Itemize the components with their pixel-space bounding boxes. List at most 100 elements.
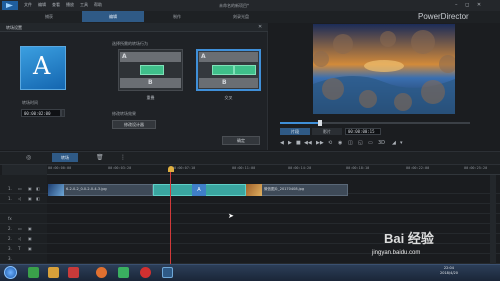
firefox-icon[interactable] bbox=[96, 267, 107, 278]
record-icon[interactable] bbox=[140, 267, 151, 278]
window-controls[interactable]: – ◻ ✕ bbox=[455, 2, 484, 8]
powerdirector-taskbar-icon[interactable] bbox=[162, 267, 173, 278]
audio-track-icon[interactable]: ◁ bbox=[18, 236, 21, 241]
stop-icon[interactable]: ■ bbox=[296, 140, 301, 146]
brand-name: PowerDirector bbox=[418, 12, 469, 21]
app-icon[interactable] bbox=[28, 267, 39, 278]
tab-edit[interactable]: 编辑 bbox=[82, 11, 144, 22]
3d-icon[interactable]: 3D bbox=[378, 140, 385, 146]
duration-input[interactable]: 00:00:02:00 bbox=[21, 109, 61, 117]
app-icon[interactable] bbox=[118, 267, 129, 278]
tools-icon[interactable]: ⋮ bbox=[120, 154, 126, 161]
fast-forward-icon[interactable]: ▶▶ bbox=[316, 140, 324, 146]
tab-produce[interactable]: 制作 bbox=[146, 11, 208, 22]
ruler-label: 00:00:07:10 bbox=[172, 166, 196, 170]
start-button[interactable] bbox=[4, 266, 17, 279]
ok-button[interactable]: 确定 bbox=[222, 136, 260, 145]
timecode-field[interactable]: 00:00:00:15 bbox=[345, 128, 381, 135]
video-track-icon[interactable]: ▭ bbox=[18, 226, 22, 231]
modify-designer-button[interactable]: 修改设计器 bbox=[112, 120, 156, 129]
title-bar bbox=[0, 0, 500, 11]
tab-burn-disc[interactable]: 刻录光盘 bbox=[210, 11, 272, 22]
menu-edit[interactable]: 编辑 bbox=[38, 2, 46, 8]
cross-track-a bbox=[199, 52, 258, 62]
playhead-handle[interactable] bbox=[168, 166, 174, 172]
visibility-icon[interactable]: ◧ bbox=[36, 186, 40, 191]
menu-tools[interactable]: 工具 bbox=[80, 2, 88, 8]
app-logo-icon bbox=[2, 1, 18, 10]
lock-icon[interactable]: ▣ bbox=[28, 186, 32, 191]
loop-icon[interactable]: ⟲ bbox=[328, 140, 332, 146]
timeline-scrollbar[interactable] bbox=[490, 175, 496, 265]
trash-icon[interactable]: 🗑 bbox=[96, 154, 104, 161]
duration-label: 转场时间 bbox=[22, 100, 38, 105]
clip-thumbnail bbox=[246, 184, 262, 196]
seek-bar-progress bbox=[280, 122, 320, 124]
visibility-icon[interactable]: ◧ bbox=[36, 196, 40, 201]
clock-date: 2018/4/20 bbox=[440, 270, 458, 275]
baidu-jingyan-logo: Bai 经验 bbox=[384, 231, 434, 246]
clip-thumbnail bbox=[48, 184, 64, 196]
lock-icon[interactable]: ▣ bbox=[28, 246, 32, 251]
clip-label: 微信图片_20170408.jpg bbox=[264, 187, 305, 191]
panel-header bbox=[0, 23, 268, 32]
transition-marker[interactable]: A bbox=[192, 184, 206, 196]
menu-play[interactable]: 播放 bbox=[66, 2, 74, 8]
undock-icon[interactable]: ◢ bbox=[392, 140, 396, 146]
cross-transition-block-a bbox=[212, 65, 234, 75]
track-number: 1. bbox=[8, 186, 12, 191]
ruler-zoom[interactable] bbox=[2, 165, 47, 175]
overlap-transition-block bbox=[140, 65, 164, 75]
track-number: 3. bbox=[8, 256, 12, 261]
display-icon[interactable]: ▭ bbox=[368, 140, 373, 146]
track-number: fx bbox=[8, 216, 12, 221]
fit-icon[interactable]: ◫ bbox=[348, 140, 353, 146]
track-number: 3. bbox=[8, 246, 12, 251]
lock-icon[interactable]: ▣ bbox=[28, 236, 32, 241]
modify-label: 修改转场效果 bbox=[112, 111, 136, 116]
menu-file[interactable]: 文件 bbox=[24, 2, 32, 8]
video-track-icon[interactable]: ▭ bbox=[18, 186, 22, 191]
tab-capture[interactable]: 捕获 bbox=[18, 11, 80, 22]
track-number: 2. bbox=[8, 226, 12, 231]
track-number: 1. bbox=[8, 196, 12, 201]
cross-label-b: B bbox=[222, 79, 227, 86]
ruler-label: 00:00:00:00 bbox=[48, 166, 72, 170]
settings-icon[interactable]: ◎ bbox=[26, 154, 31, 161]
chevron-down-icon[interactable]: ▾ bbox=[400, 140, 403, 146]
ruler-label: 00:00:11:00 bbox=[232, 166, 256, 170]
app-icon[interactable] bbox=[68, 267, 79, 278]
close-icon[interactable]: ✕ bbox=[258, 24, 262, 30]
safe-zone-icon[interactable]: ◱ bbox=[358, 140, 363, 146]
transition-room-button[interactable]: 转场 bbox=[52, 153, 78, 162]
snapshot-icon[interactable]: ◉ bbox=[338, 140, 342, 146]
menu-view[interactable]: 查看 bbox=[52, 2, 60, 8]
explorer-icon[interactable] bbox=[48, 267, 59, 278]
window-title: 未命名的新项目* bbox=[219, 3, 249, 8]
cross-track-b bbox=[199, 78, 258, 88]
behavior-cross-caption: 交叉 bbox=[224, 95, 233, 100]
system-clock[interactable]: 22:04 2018/4/20 bbox=[440, 266, 458, 275]
play-icon[interactable]: ▶ bbox=[288, 140, 292, 146]
clip-mode-button[interactable]: 片段 bbox=[280, 128, 310, 135]
lock-icon[interactable]: ▣ bbox=[28, 196, 32, 201]
ruler-label: 00:00:25:20 bbox=[464, 166, 488, 170]
ruler-label: 00:00:22:00 bbox=[406, 166, 430, 170]
ruler-label: 00:00:14:20 bbox=[288, 166, 312, 170]
audio-track-icon[interactable]: ◁ bbox=[18, 196, 21, 201]
track-number: 2. bbox=[8, 236, 12, 241]
title-track-icon[interactable]: T bbox=[18, 246, 20, 251]
movie-mode-button[interactable]: 影片 bbox=[312, 128, 342, 135]
prev-frame-icon[interactable]: ◀ bbox=[280, 140, 284, 146]
seek-handle[interactable] bbox=[318, 120, 322, 126]
behavior-overlap-caption: 重叠 bbox=[146, 95, 155, 100]
ruler-label: 00:00:03:20 bbox=[108, 166, 132, 170]
track-row bbox=[0, 214, 500, 224]
menu-help[interactable]: 帮助 bbox=[94, 2, 102, 8]
behavior-label: 选择所需的转场行为 bbox=[112, 41, 148, 46]
ruler-label: 00:00:18:10 bbox=[346, 166, 370, 170]
preview-video-frame bbox=[313, 24, 457, 114]
duration-spinner[interactable] bbox=[61, 109, 65, 117]
rewind-icon[interactable]: ◀◀ bbox=[304, 140, 312, 146]
lock-icon[interactable]: ▣ bbox=[28, 226, 32, 231]
